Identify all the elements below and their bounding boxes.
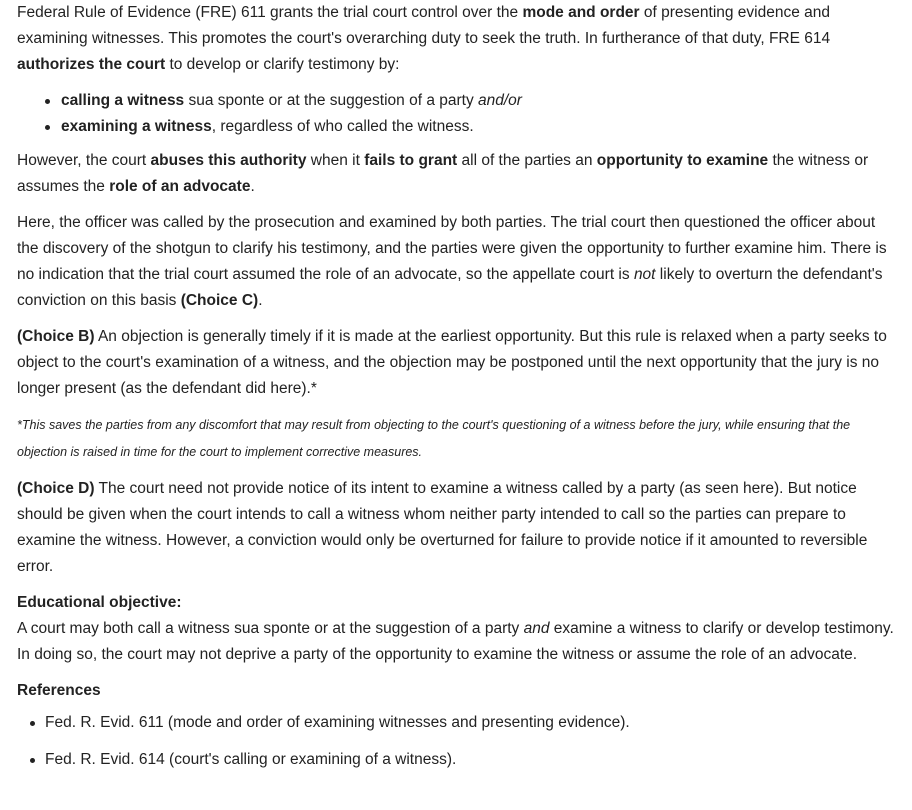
however-bold-4: role of an advocate (109, 178, 251, 195)
list-item-bold: calling a witness (61, 92, 185, 109)
however-text-2: when it (306, 152, 365, 169)
list-item-text: sua sponte or at the suggestion of a par… (184, 92, 479, 109)
however-text-5: . (250, 178, 255, 195)
here-text-3: . (258, 292, 263, 309)
choice-d-paragraph: (Choice D) The court need not provide no… (17, 476, 898, 580)
intro-bold-2: authorizes the court (17, 56, 166, 73)
explanation-content: Federal Rule of Evidence (FRE) 611 grant… (0, 0, 912, 773)
choice-c-label: (Choice C) (180, 292, 259, 309)
intro-paragraph: Federal Rule of Evidence (FRE) 611 grant… (17, 0, 898, 78)
list-item-bold: examining a witness (61, 118, 212, 135)
objective-italic-1: and (523, 620, 550, 637)
references-heading: References (17, 682, 101, 699)
choice-b-paragraph: (Choice B) An objection is generally tim… (17, 324, 898, 402)
list-item: examining a witness, regardless of who c… (43, 114, 898, 140)
however-text-3: all of the parties an (457, 152, 597, 169)
objective-text-1: A court may both call a witness sua spon… (17, 620, 524, 637)
reference-item: Fed. R. Evid. 614 (court's calling or ex… (27, 747, 898, 773)
list-item-text: , regardless of who called the witness. (211, 118, 474, 135)
list-item: calling a witness sua sponte or at the s… (43, 88, 898, 114)
however-text-1: However, the court (17, 152, 151, 169)
footnote: *This saves the parties from any discomf… (17, 418, 851, 459)
here-paragraph: Here, the officer was called by the pros… (17, 210, 898, 314)
however-paragraph: However, the court abuses this authority… (17, 148, 898, 200)
objective-text: A court may both call a witness sua spon… (17, 616, 898, 668)
intro-bold-1: mode and order (522, 4, 640, 21)
authority-list: calling a witness sua sponte or at the s… (17, 88, 898, 140)
intro-text-1: Federal Rule of Evidence (FRE) 611 grant… (17, 4, 523, 21)
however-bold-1: abuses this authority (150, 152, 307, 169)
choice-d-text: The court need not provide notice of its… (17, 480, 868, 575)
intro-text-3: to develop or clarify testimony by: (165, 56, 400, 73)
choice-b-label: (Choice B) (17, 328, 95, 345)
choice-d-label: (Choice D) (17, 480, 95, 497)
however-bold-3: opportunity to examine (596, 152, 769, 169)
objective-heading: Educational objective: (17, 594, 182, 611)
list-item-italic: and/or (478, 92, 522, 109)
choice-b-text: An objection is generally timely if it i… (17, 328, 887, 397)
here-italic-1: not (633, 266, 656, 283)
references-list: Fed. R. Evid. 611 (mode and order of exa… (17, 710, 898, 773)
however-bold-2: fails to grant (364, 152, 458, 169)
references-section: References Fed. R. Evid. 611 (mode and o… (17, 678, 898, 773)
educational-objective: Educational objective: A court may both … (17, 590, 898, 668)
reference-item: Fed. R. Evid. 611 (mode and order of exa… (27, 710, 898, 736)
